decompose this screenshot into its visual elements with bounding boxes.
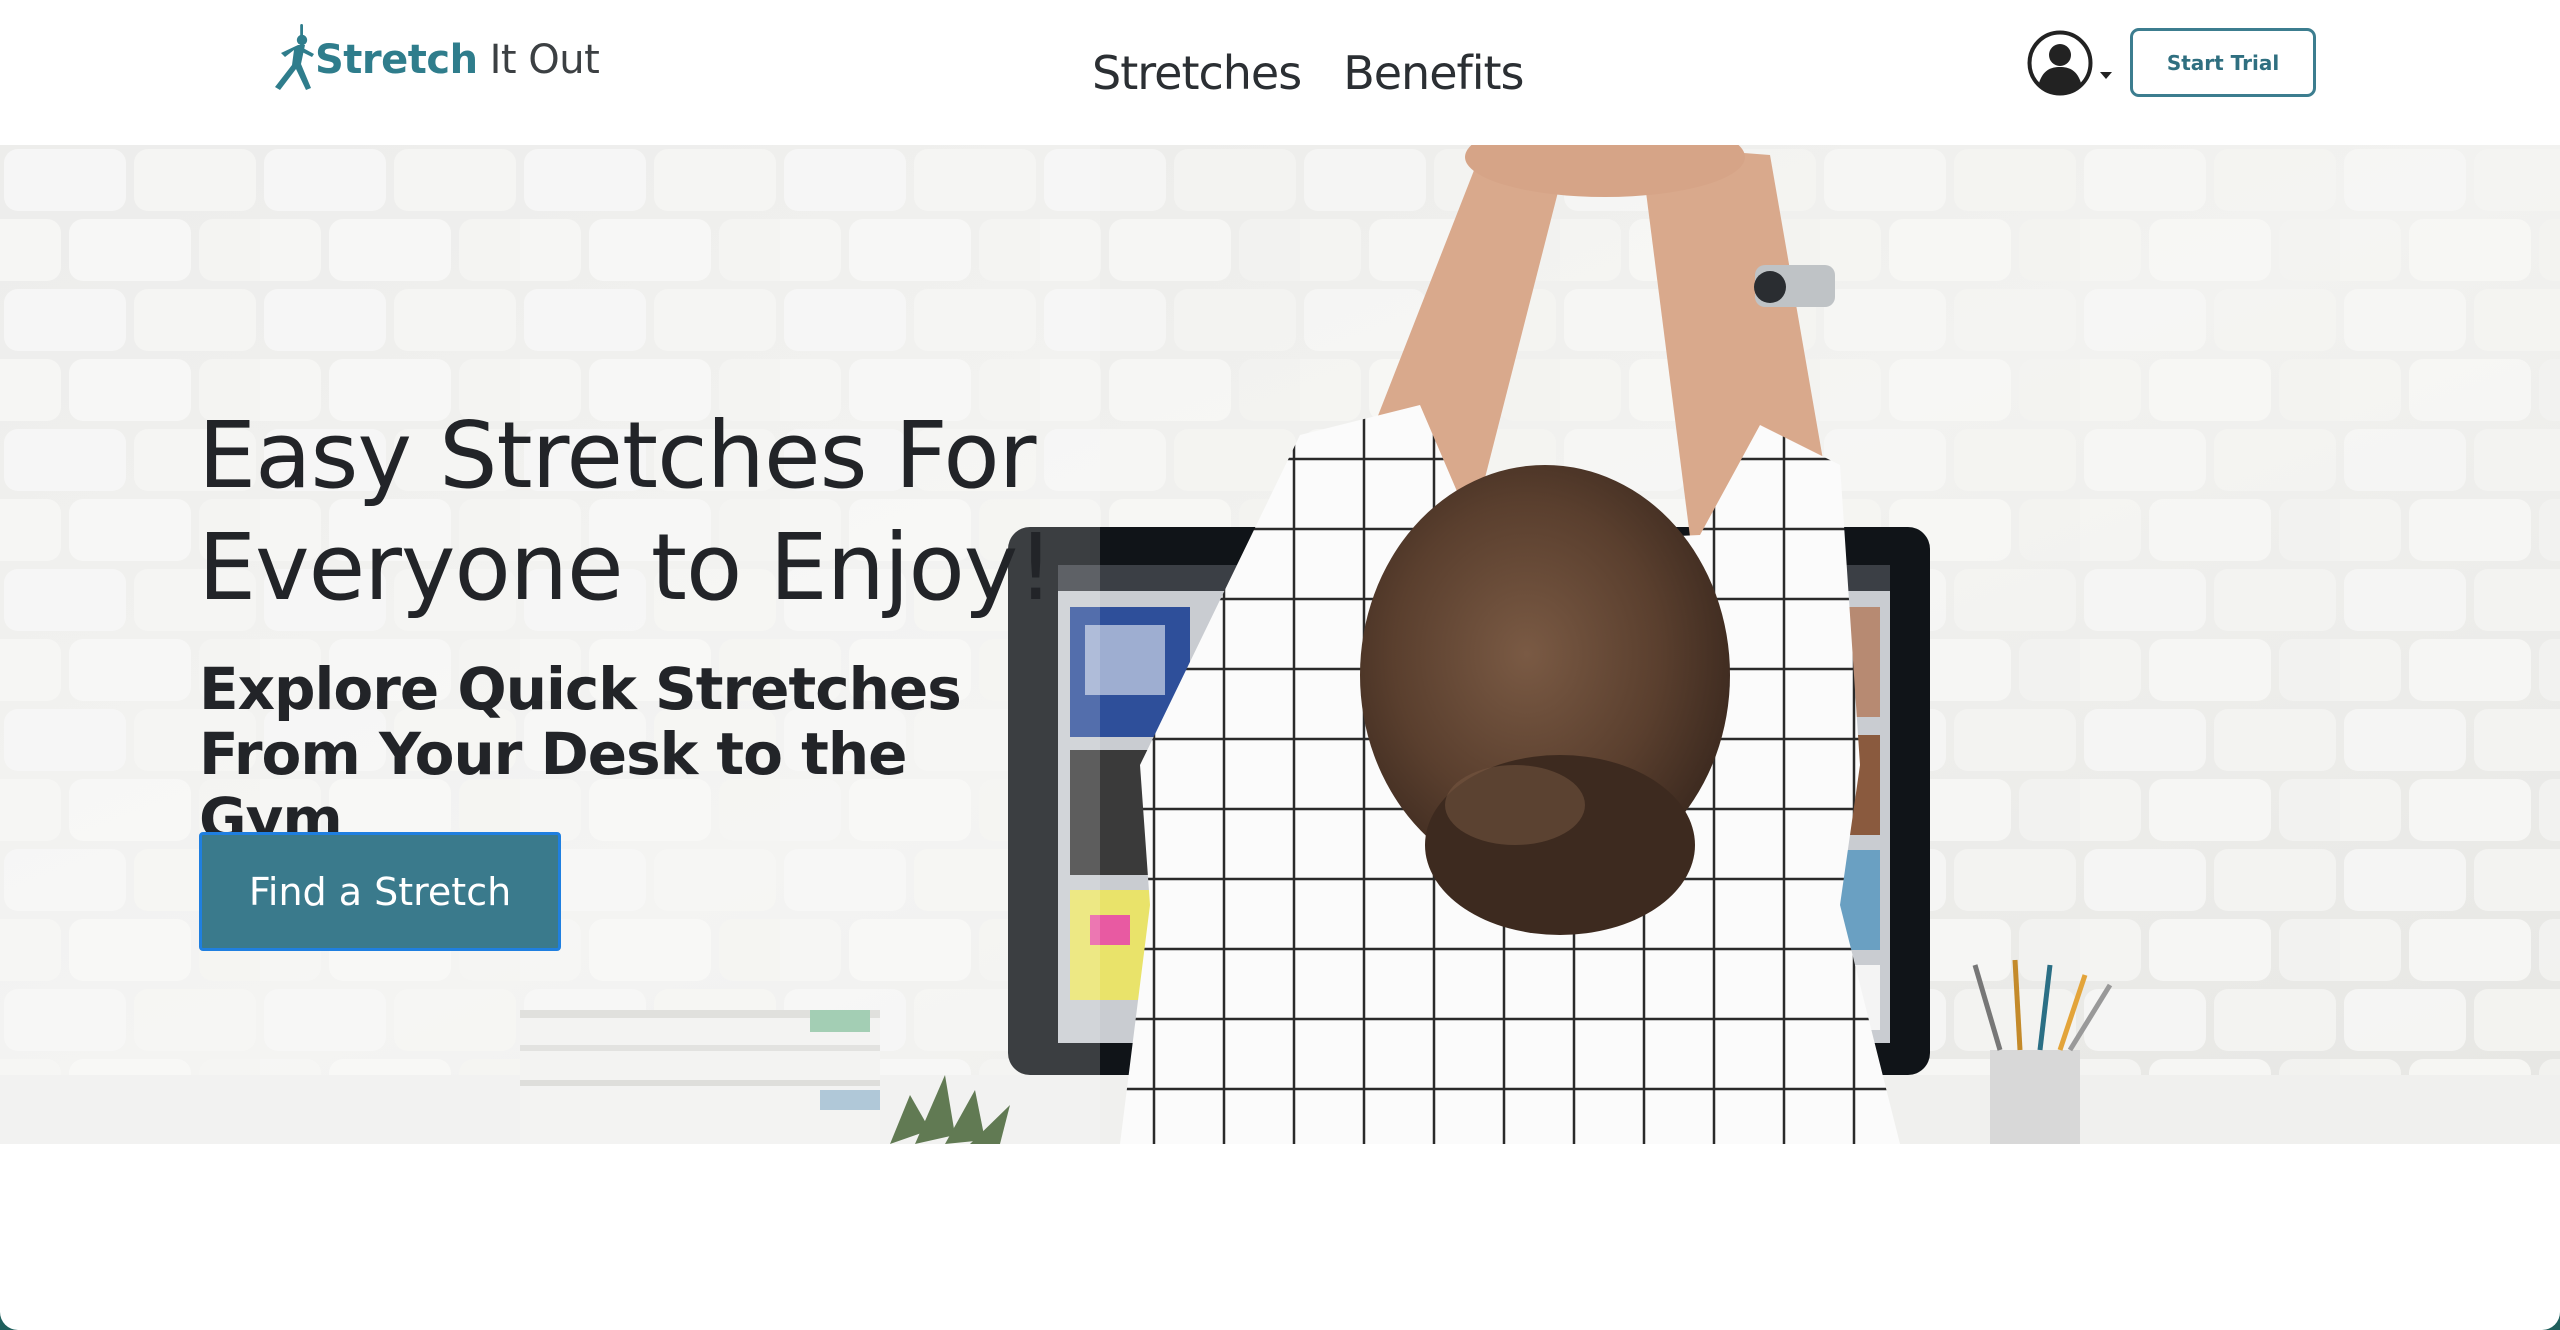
chevron-down-icon <box>2100 71 2112 79</box>
hero-subtitle-line-1: Explore Quick Stretches <box>199 655 962 723</box>
brand-logo-link[interactable]: Stretch It Out <box>265 24 600 96</box>
brand-name-light: It Out <box>489 37 600 83</box>
hero-title: Easy Stretches For Everyone to Enjoy! <box>198 402 1054 621</box>
start-trial-button[interactable]: Start Trial <box>2130 28 2316 97</box>
navbar: Stretch It Out Stretches Benefits Start … <box>0 0 2560 145</box>
brand-name-bold: Stretch <box>315 37 478 83</box>
hero-background-image <box>0 145 2560 1144</box>
page: Stretch It Out Stretches Benefits Start … <box>0 0 2560 1330</box>
nav-link-stretches[interactable]: Stretches <box>1092 46 1302 100</box>
stretching-person-icon <box>275 24 314 90</box>
nav-link-benefits[interactable]: Benefits <box>1343 46 1524 100</box>
find-a-stretch-button[interactable]: Find a Stretch <box>199 832 561 951</box>
hero-subtitle: Explore Quick Stretches From Your Desk t… <box>199 657 1019 852</box>
account-menu-toggle[interactable] <box>2026 27 2114 99</box>
user-avatar-icon <box>2027 30 2093 96</box>
main-nav: Stretches Benefits <box>1092 38 1565 108</box>
hero-section: Easy Stretches For Everyone to Enjoy! Ex… <box>0 145 2560 1144</box>
